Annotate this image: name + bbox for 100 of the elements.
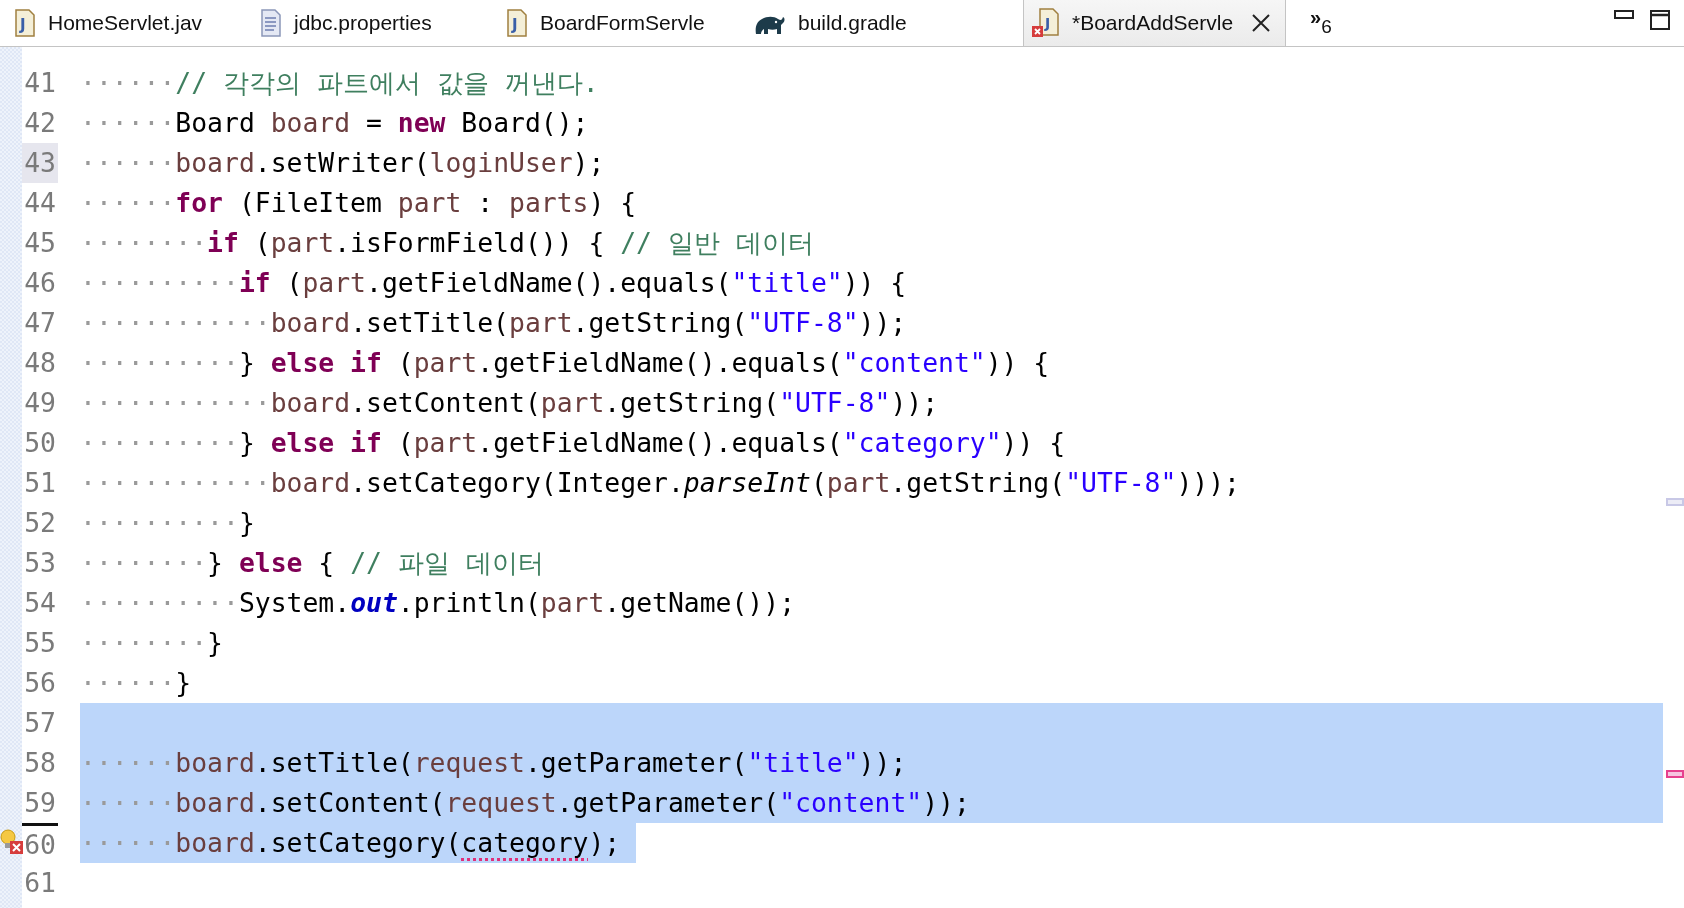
variable-name: board [270,467,351,498]
variable-name: part [413,347,478,378]
whitespace-marks: ······ [80,107,176,138]
line-number: 58 [23,746,57,780]
editor-tab[interactable]: J *BoardAddServle [1023,0,1287,46]
code-text: .getString( [890,467,1066,498]
whitespace-marks: ·········· [80,587,239,618]
line-number: 50 [23,426,57,460]
variable-name: part [509,307,573,338]
whitespace-marks: ·········· [80,347,239,378]
string-literal: "title" [731,267,843,298]
whitespace-marks: ·········· [80,427,239,458]
line-number: 43 [22,143,58,183]
line-number: 56 [23,666,57,700]
whitespace-marks: ········ [80,227,208,258]
code-text: )); [858,307,907,338]
code-text: ( [396,427,414,458]
editor-tab[interactable]: jdbc.properties [246,0,492,46]
string-literal: "UTF-8" [779,387,891,418]
static-field: out [350,587,398,618]
variable-name: board [175,827,255,858]
code-text: ) { [588,187,637,218]
code-text: )); [922,787,970,818]
code-text: ); [588,827,621,858]
code-text: .setCategory( [254,827,462,858]
code-text: } [238,427,256,458]
code-text: : [476,187,495,218]
keyword: else [238,547,303,578]
keyword: if [238,267,271,298]
editor-tab[interactable]: J HomeServlet.jav [0,0,246,46]
line-number: 55 [23,626,57,660]
whitespace-marks: ············ [80,387,271,418]
code-text: )) { [1001,427,1066,458]
line-number: 41 [23,66,57,100]
code-text: ))); [1176,467,1240,498]
code-comment: // 일반 데이터 [620,227,814,258]
code-text: ( [253,227,271,258]
code-text: .getFieldName().equals( [477,427,843,458]
whitespace-marks: ············ [80,467,271,498]
code-text: .getParameter( [556,787,780,818]
line-number: 61 [23,866,57,900]
editor-tab[interactable]: J BoardFormServle [492,0,738,46]
whitespace-marks: ······ [80,147,176,178]
code-text: } [175,667,192,698]
keyword: else if [270,427,382,458]
line-number: 46 [23,266,57,300]
line-number: 54 [23,586,57,620]
whitespace-marks: ········ [80,627,208,658]
code-text: )) { [842,267,907,298]
variable-name: board [270,307,351,338]
error-marker[interactable] [1666,770,1684,778]
minimize-icon[interactable] [1614,10,1634,20]
maximize-icon[interactable] [1650,10,1670,30]
variable-name: part [540,587,605,618]
code-text: ( [396,347,414,378]
line-number: 45 [23,226,57,260]
line-number: 51 [23,466,57,500]
variable-name: parts [509,187,589,218]
code-text: ); [572,147,605,178]
code-text: )); [858,747,907,778]
more-tabs-button[interactable]: »6 [1310,0,1332,46]
line-number: 44 [23,186,57,220]
line-number: 57 [23,706,57,740]
whitespace-marks: ······ [80,827,176,858]
whitespace-marks: ······ [80,667,176,698]
variable-name: board [175,147,255,178]
code-text: Board [175,107,256,138]
code-text: )) { [985,347,1050,378]
code-text: .setTitle( [350,307,509,338]
error-lightbulb-icon[interactable] [0,829,24,855]
keyword: for [175,187,223,218]
variable-name: loginUser [429,147,573,178]
code-text: } [207,627,223,658]
string-literal: "UTF-8" [1065,467,1177,498]
string-literal: "category" [842,427,1002,458]
code-text: )); [890,387,939,418]
code-text: } [238,347,256,378]
java-file-icon: J [506,9,528,37]
code-text: .getFieldName().equals( [366,267,732,298]
line-number: 53 [23,546,57,580]
code-text: System. [238,587,351,618]
code-text: .getString( [604,387,780,418]
whitespace-marks: ······ [80,187,176,218]
whitespace-marks: ······ [80,747,176,778]
editor-tab[interactable]: build.gradle [738,0,1023,46]
close-icon[interactable] [1251,13,1272,33]
variable-name: request [445,787,557,818]
code-text: .setTitle( [254,747,414,778]
error-underlined-text: category [461,827,589,858]
code-text: ( [285,267,303,298]
code-comment: // 각각의 파트에서 값을 꺼낸다. [175,67,599,98]
code-text: (FileItem [237,187,383,218]
keyword: new [397,107,446,138]
line-number: 42 [23,106,57,140]
code-text: .setContent( [350,387,541,418]
variable-name: board [270,387,351,418]
code-text: .getString( [572,307,748,338]
line-number: 48 [23,346,57,380]
java-file-icon: J [14,9,36,37]
occurrence-marker[interactable] [1666,498,1684,506]
